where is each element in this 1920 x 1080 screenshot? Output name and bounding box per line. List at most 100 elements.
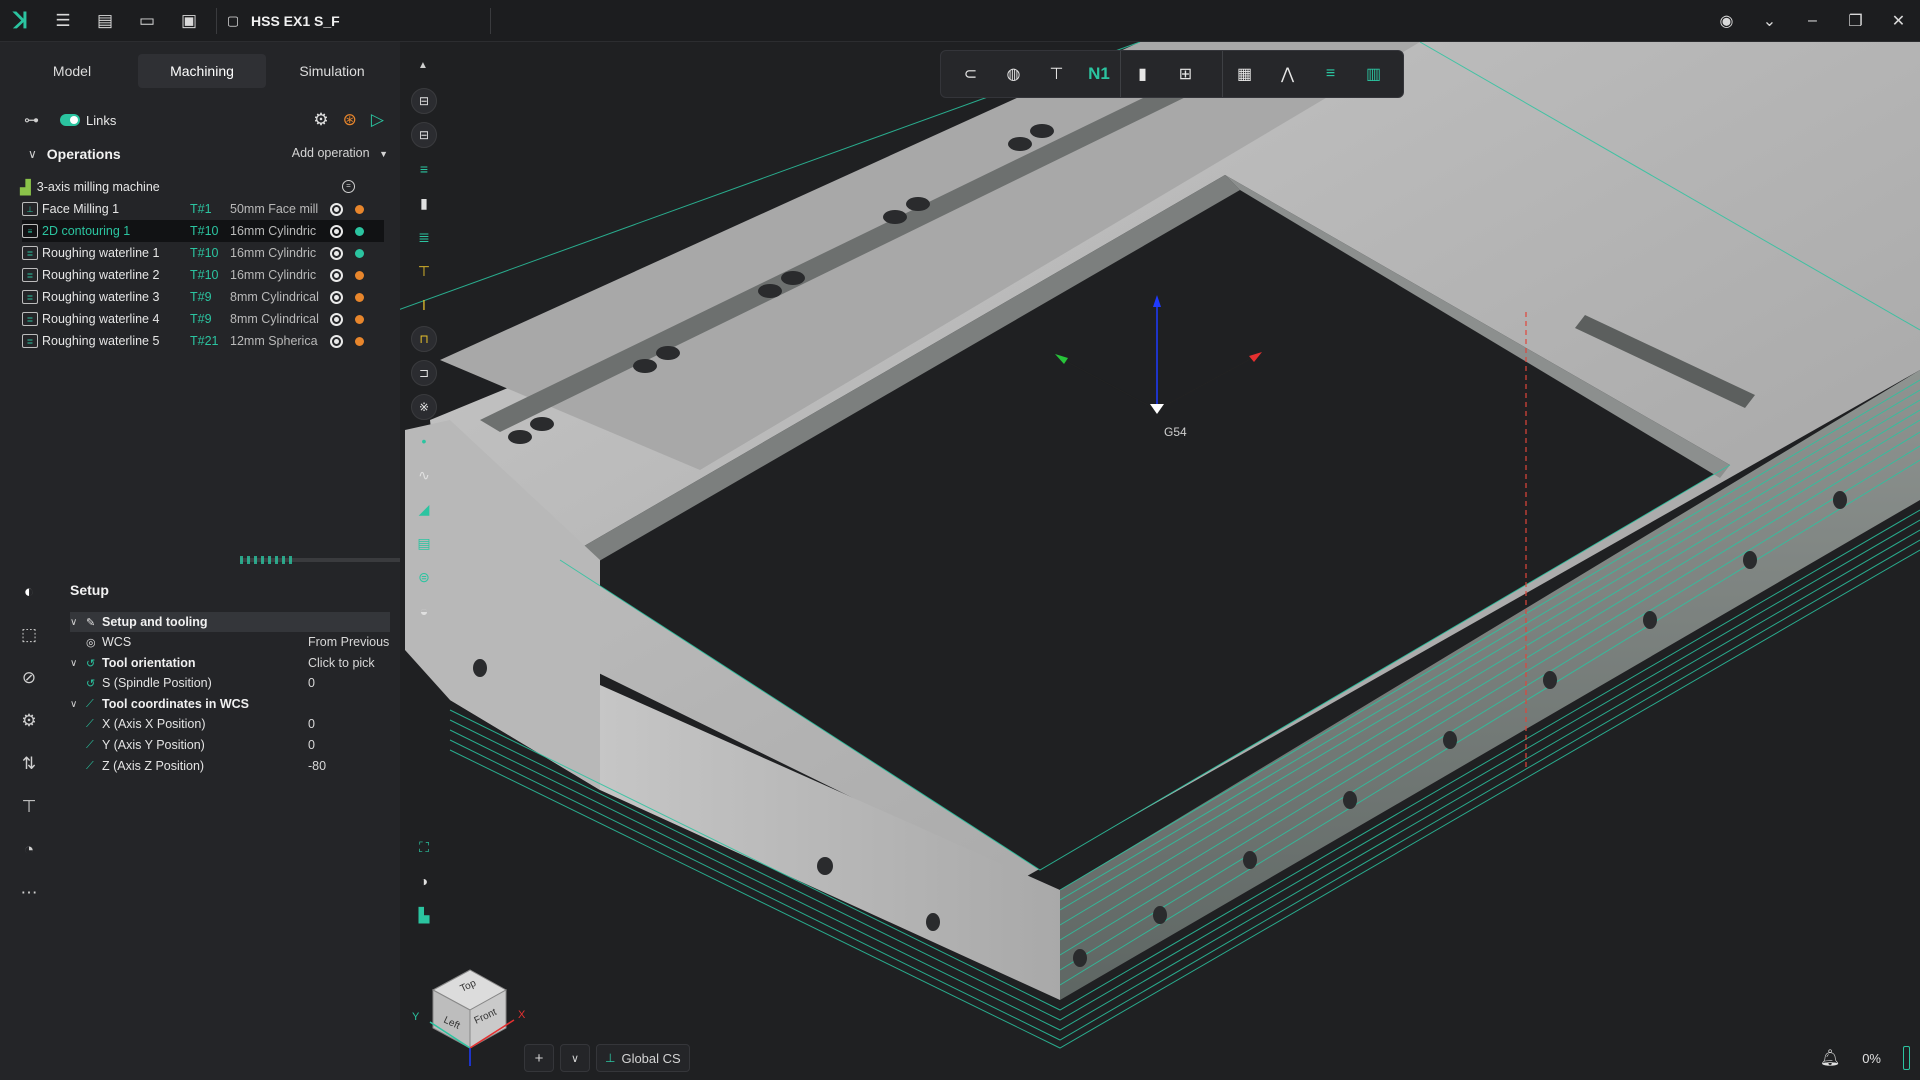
fixture-icon[interactable]: ⊞ <box>1164 51 1207 97</box>
tool-orientation-group[interactable]: ∨ ↺ Tool orientation Click to pick <box>70 653 390 673</box>
tab-simulation[interactable]: Simulation <box>268 54 396 88</box>
chevron-down-icon[interactable]: ⌄ <box>1748 0 1791 42</box>
links-tree-icon[interactable]: ⊶ <box>24 111 46 129</box>
contour-op-icon[interactable]: ≡ <box>406 152 442 186</box>
links-toggle[interactable] <box>60 114 80 126</box>
wave-view-icon[interactable]: ⋀ <box>1266 51 1309 97</box>
visibility-icon[interactable] <box>330 268 343 282</box>
links-motion-icon[interactable]: ⇅ <box>0 742 58 785</box>
operation-row[interactable]: ≣ Roughing waterline 4 T#9 8mm Cylindric… <box>22 308 384 330</box>
splitter-grip[interactable] <box>240 556 292 564</box>
play-icon[interactable]: ▷ <box>371 110 384 130</box>
operation-row-selected[interactable]: ≡ 2D contouring 1 T#10 16mm Cylindric <box>22 220 384 242</box>
stock-icon[interactable]: ▮ <box>1121 51 1164 97</box>
wcs-row[interactable]: ◎ WCS From Previous <box>70 632 390 652</box>
spindle-value[interactable]: 0 <box>308 676 315 690</box>
setup-tooling-group[interactable]: ∨ ✎ Setup and tooling <box>70 612 390 632</box>
point-op-icon[interactable]: • <box>406 424 442 458</box>
chevron-down-icon[interactable]: ∨ <box>70 617 86 628</box>
setup-icon[interactable]: ◐ <box>0 570 58 613</box>
tool-holder-icon[interactable]: ⊤ <box>1035 51 1078 97</box>
x-axis-row[interactable]: ⟋ X (Axis X Position) 0 <box>70 714 390 734</box>
global-cs-selector[interactable]: ⊥ Global CS <box>596 1044 690 1072</box>
rest-op-icon[interactable]: ⊐ <box>406 356 442 390</box>
visibility-icon[interactable] <box>330 290 343 304</box>
machine-row[interactable]: ▟ 3-axis milling machine = <box>20 176 384 198</box>
y-axis-value[interactable]: 0 <box>308 738 315 752</box>
waterline-op-icon[interactable]: ≣ <box>406 220 442 254</box>
cad-model[interactable]: G54 Top Left Front X Y <box>398 42 1920 1080</box>
add-cs-button[interactable]: + <box>524 1044 554 1072</box>
spindle-row[interactable]: ↺ S (Spindle Position) 0 <box>70 673 390 693</box>
toolpath-icon[interactable]: ⊂ <box>949 51 992 97</box>
tab-model[interactable]: Model <box>8 54 136 88</box>
flowline-op-icon[interactable]: ◢ <box>406 492 442 526</box>
fit-view-icon[interactable]: ⛶ <box>406 830 442 864</box>
z-axis-value[interactable]: -80 <box>308 759 326 773</box>
parameters-gear-icon[interactable]: ⚙ <box>0 699 58 742</box>
chart-icon[interactable]: ▥ <box>1352 51 1395 97</box>
open-folder-icon[interactable]: ▭ <box>126 0 168 42</box>
visibility-icon[interactable] <box>330 312 343 326</box>
collapse-arrow-icon[interactable]: ▲ <box>418 60 428 71</box>
z-axis-row[interactable]: ⟋ Z (Axis Z Position) -80 <box>70 756 390 776</box>
operation-row[interactable]: ≣ Roughing waterline 5 T#21 12mm Spheric… <box>22 330 384 352</box>
visibility-icon[interactable] <box>330 202 343 216</box>
table-view-icon[interactable]: ▦ <box>1223 51 1266 97</box>
tab-machining[interactable]: Machining <box>138 54 266 88</box>
feeds-icon[interactable]: ◔ <box>0 828 58 871</box>
machine-options-icon[interactable]: = <box>342 180 355 193</box>
geometry-icon[interactable]: ⬚ <box>0 613 58 656</box>
layers-icon[interactable]: ≡ <box>1309 51 1352 97</box>
chevron-down-icon[interactable]: ∨ <box>70 658 86 669</box>
notification-bell-icon[interactable]: 🔔︎ <box>1820 1048 1840 1068</box>
tool-coordinates-group[interactable]: ∨ ⟋ Tool coordinates in WCS <box>70 694 390 714</box>
click-to-pick[interactable]: Click to pick <box>308 656 375 670</box>
visibility-icon[interactable] <box>330 224 343 238</box>
calculate-icon[interactable]: ⊛ <box>343 110 357 130</box>
close-icon[interactable]: ✕ <box>1877 0 1920 42</box>
chevron-down-icon[interactable]: ∨ <box>28 147 37 161</box>
pocket-op-icon[interactable]: ⊟ <box>406 118 442 152</box>
maximize-icon[interactable]: ❐ <box>1834 0 1877 42</box>
menu-icon[interactable]: ☰ <box>42 0 84 42</box>
finish-op-icon[interactable]: ◒ <box>406 594 442 628</box>
projection-op-icon[interactable]: ▤ <box>406 526 442 560</box>
tool-icon[interactable]: ⊤ <box>0 785 58 828</box>
morph-op-icon[interactable]: ⊜ <box>406 560 442 594</box>
surface-op-icon[interactable]: ※ <box>406 390 442 424</box>
operation-row[interactable]: ≣ Roughing waterline 3 T#9 8mm Cylindric… <box>22 286 384 308</box>
user-avatar-icon[interactable]: ◉ <box>1705 0 1748 42</box>
stock-view-icon[interactable]: ◍ <box>992 51 1035 97</box>
app-logo-icon[interactable]: ꓘ <box>0 0 42 42</box>
section-view-icon[interactable]: ◑ <box>406 864 442 898</box>
chamfer-op-icon[interactable]: ⊤ <box>406 254 442 288</box>
drill-op-icon[interactable]: ▮ <box>406 186 442 220</box>
engrave-op-icon[interactable]: ǀ <box>406 288 442 322</box>
wcs-value[interactable]: From Previous <box>308 635 389 649</box>
curve-op-icon[interactable]: ∿ <box>406 458 442 492</box>
operation-row[interactable]: ⊥ Face Milling 1 T#1 50mm Face mill <box>22 198 384 220</box>
more-icon[interactable]: ⋯ <box>0 871 58 914</box>
minimize-icon[interactable]: – <box>1791 0 1834 42</box>
operation-row[interactable]: ≣ Roughing waterline 1 T#10 16mm Cylindr… <box>22 242 384 264</box>
new-file-icon[interactable]: ▤ <box>84 0 126 42</box>
save-icon[interactable]: ▣ <box>168 0 210 42</box>
face-mill-op-icon[interactable]: ⊟ <box>406 84 442 118</box>
visibility-icon[interactable] <box>330 246 343 260</box>
strategy-icon[interactable]: ⊘ <box>0 656 58 699</box>
highlight-icon[interactable]: ▙ <box>406 898 442 932</box>
cs-dropdown-button[interactable]: ∨ <box>560 1044 590 1072</box>
x-axis-value[interactable]: 0 <box>308 717 315 731</box>
chevron-down-icon[interactable]: ∨ <box>70 699 86 710</box>
operations-header[interactable]: ∨ Operations Add operation ▼ <box>28 142 388 166</box>
3d-viewport[interactable]: G54 Top Left Front X Y <box>398 42 1920 1080</box>
adaptive-op-icon[interactable]: ⊓ <box>406 322 442 356</box>
visibility-icon[interactable] <box>330 334 343 348</box>
y-axis-row[interactable]: ⟋ Y (Axis Y Position) 0 <box>70 735 390 755</box>
settings-gear-icon[interactable]: ⚙ <box>313 110 328 130</box>
add-operation-dropdown[interactable]: Add operation ▼ <box>292 146 388 160</box>
n1-button[interactable]: N1 <box>1078 51 1121 97</box>
operation-row[interactable]: ≣ Roughing waterline 2 T#10 16mm Cylindr… <box>22 264 384 286</box>
view-cube[interactable]: Top Left Front X Y <box>412 969 526 1066</box>
